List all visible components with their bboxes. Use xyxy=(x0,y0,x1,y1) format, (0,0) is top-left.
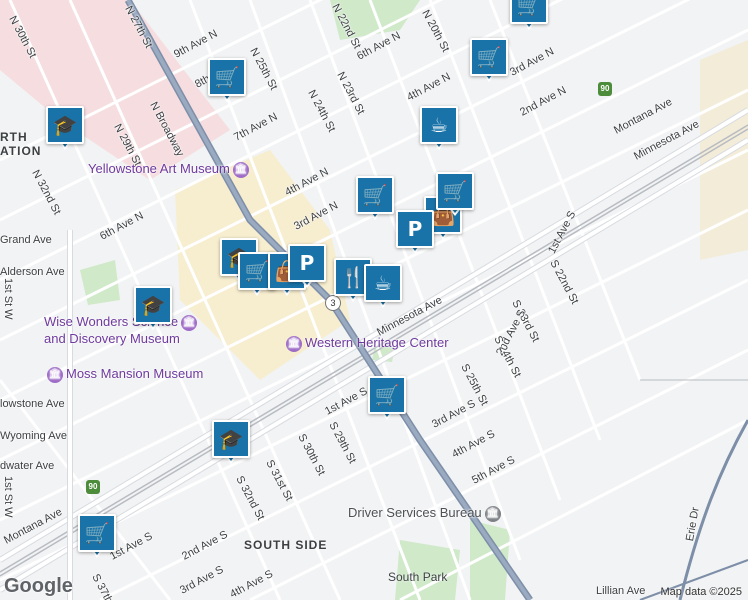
poi-driver-services[interactable]: Driver Services Bureau 🏛 xyxy=(348,505,504,522)
map-marker[interactable]: 🛒 xyxy=(356,176,394,224)
government-building-icon: 🏛 xyxy=(484,505,501,522)
shopping-cart-icon: 🛒 xyxy=(78,514,116,552)
map-marker[interactable]: 🛒 xyxy=(368,376,406,424)
poi-western-heritage[interactable]: 🏛 Western Heritage Center xyxy=(283,335,449,352)
shopping-cart-icon: 🛒 xyxy=(208,58,246,96)
map-marker[interactable]: 🛒 xyxy=(78,514,116,562)
graduation-cap-icon: 🎓 xyxy=(212,420,250,458)
interstate-90-shield: 90 xyxy=(598,82,612,96)
street-label: 1st St W xyxy=(2,476,14,518)
poi-yellowstone-art-museum[interactable]: Yellowstone Art Museum 🏛 xyxy=(88,161,252,178)
street-label: lowstone Ave xyxy=(0,398,65,410)
map-canvas[interactable]: N 27th St 9th Ave N 8th Ave N N 25th St … xyxy=(0,0,748,600)
street-label: Wyoming Ave xyxy=(0,430,67,442)
graduation-cap-icon: 🎓 xyxy=(46,106,84,144)
neighborhood-label: RTH ATION xyxy=(0,130,42,158)
map-marker[interactable]: 🎓 xyxy=(46,106,84,154)
map-marker[interactable]: 🛒 xyxy=(510,0,548,34)
poi-label: Moss Mansion Museum xyxy=(66,366,204,381)
shopping-cart-icon: 🛒 xyxy=(368,376,406,414)
street-label: Alderson Ave xyxy=(0,266,65,278)
map-marker[interactable]: 🛒 xyxy=(208,58,246,106)
map-marker[interactable]: P xyxy=(288,244,326,292)
neighborhood-label: SOUTH SIDE xyxy=(244,538,328,552)
map-marker[interactable]: 🛒 xyxy=(436,172,474,220)
parking-icon: P xyxy=(396,210,434,248)
museum-icon: 🏛 xyxy=(181,314,198,331)
museum-icon: 🏛 xyxy=(286,335,302,352)
museum-icon: 🏛 xyxy=(47,366,63,383)
map-marker[interactable]: ☕ xyxy=(420,106,458,154)
shopping-cart-icon: 🛒 xyxy=(436,172,474,210)
google-logo: Google xyxy=(4,575,73,597)
interstate-90-shield: 90 xyxy=(86,480,100,494)
map-attribution: Map data ©2025 xyxy=(660,586,743,598)
park-label: South Park xyxy=(388,570,448,584)
shopping-cart-icon: 🛒 xyxy=(470,38,508,76)
map-marker[interactable]: P xyxy=(396,210,434,258)
parking-icon: P xyxy=(288,244,326,282)
poi-label: Yellowstone Art Museum xyxy=(88,161,230,176)
street-label: dwater Ave xyxy=(0,460,55,472)
street-label: Grand Ave xyxy=(0,234,52,246)
map-marker[interactable]: 🎓 xyxy=(134,286,172,334)
map-marker[interactable]: 🎓 xyxy=(212,420,250,468)
graduation-cap-icon: 🎓 xyxy=(134,286,172,324)
street-label: 1st St W xyxy=(2,278,14,320)
poi-label: Western Heritage Center xyxy=(305,335,449,350)
coffee-cup-icon: ☕ xyxy=(364,264,402,302)
poi-label: Driver Services Bureau xyxy=(348,505,482,520)
street-label: Lillian Ave xyxy=(596,585,646,597)
museum-icon: 🏛 xyxy=(232,161,249,178)
map-marker[interactable]: ☕ xyxy=(364,264,402,312)
shopping-cart-icon: 🛒 xyxy=(510,0,548,24)
poi-wise-wonders[interactable]: Wise Wonders Science 🏛 and Discovery Museu… xyxy=(44,314,200,346)
map-marker[interactable]: 🛒 xyxy=(470,38,508,86)
poi-moss-mansion[interactable]: 🏛 Moss Mansion Museum xyxy=(44,366,203,383)
shopping-cart-icon: 🛒 xyxy=(356,176,394,214)
coffee-cup-icon: ☕ xyxy=(420,106,458,144)
